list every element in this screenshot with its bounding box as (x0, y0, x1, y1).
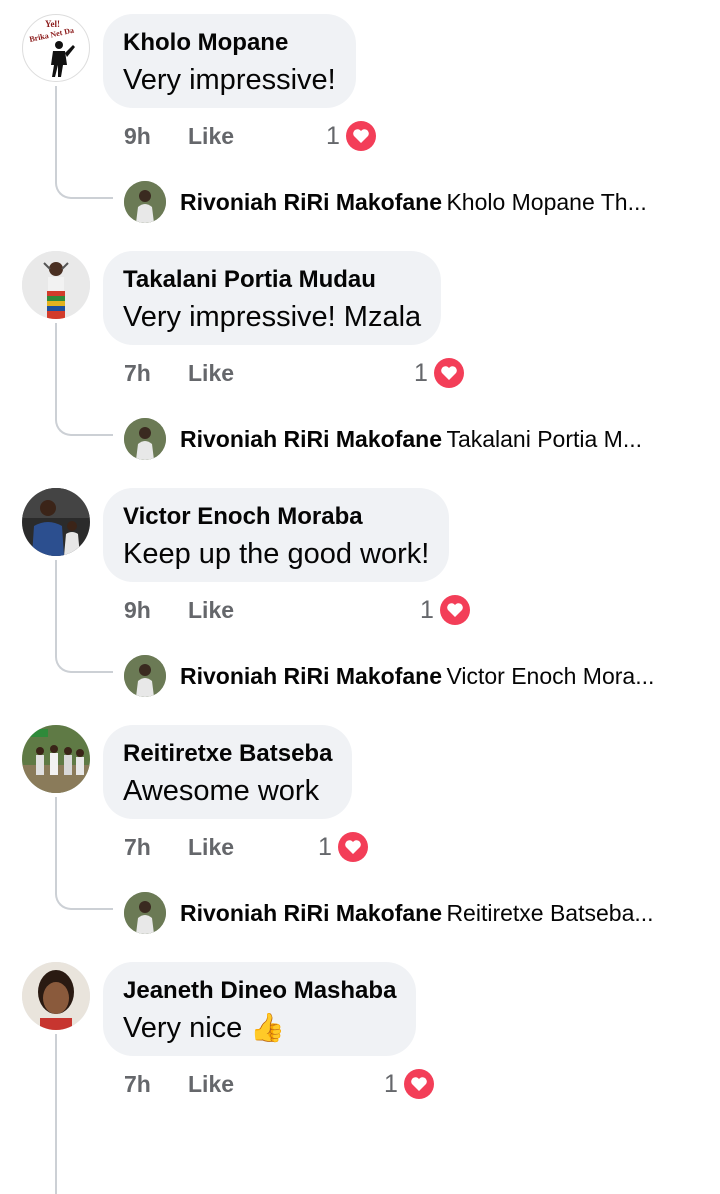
heart-icon (404, 1069, 434, 1099)
comment-bubble[interactable]: Kholo Mopane Very impressive! (103, 14, 356, 108)
reply-connector (55, 86, 113, 199)
reply-line: Rivoniah RiRi Makofane Kholo Mopane Th..… (180, 185, 700, 223)
avatar[interactable] (22, 251, 90, 319)
avatar[interactable]: Yel! Brika Net Da (22, 14, 90, 82)
reply-avatar (124, 181, 166, 223)
comment-bubble[interactable]: Reitiretxe Batseba Awesome work (103, 725, 353, 819)
reply-line: Rivoniah RiRi Makofane Victor Enoch Mora… (180, 659, 700, 697)
thumbs-up-emoji-icon: 👍 (250, 1012, 286, 1043)
reply-line: Rivoniah RiRi Makofane Takalani Portia M… (180, 422, 700, 460)
reply-author[interactable]: Rivoniah RiRi Makofane (180, 900, 442, 926)
like-button[interactable]: Like (188, 1068, 234, 1100)
comment-author[interactable]: Takalani Portia Mudau (123, 265, 421, 295)
reply-text: Kholo Mopane Th... (446, 189, 647, 215)
reply-connector (55, 323, 113, 436)
comment-text-content: Very nice (123, 1012, 243, 1044)
reaction-count: 1 (318, 833, 332, 861)
reply-connector (55, 560, 113, 673)
comment-author[interactable]: Jeaneth Dineo Mashaba (123, 976, 396, 1006)
reply-avatar (124, 418, 166, 460)
reply-preview[interactable]: Rivoniah RiRi Makofane Takalani Portia M… (124, 418, 704, 460)
reply-author[interactable]: Rivoniah RiRi Makofane (180, 426, 442, 452)
reply-author[interactable]: Rivoniah RiRi Makofane (180, 189, 442, 215)
avatar[interactable] (22, 962, 90, 1030)
heart-icon (338, 832, 368, 862)
like-button[interactable]: Like (188, 120, 234, 152)
reaction-count: 1 (414, 359, 428, 387)
reply-text: Takalani Portia M... (446, 426, 643, 452)
comment-time[interactable]: 9h (124, 594, 151, 626)
comment-text: Keep up the good work! (123, 538, 430, 570)
reaction-count: 1 (326, 122, 340, 150)
comment-bubble[interactable]: Takalani Portia Mudau Very impressive! M… (103, 251, 442, 345)
heart-icon (346, 121, 376, 151)
comment-time[interactable]: 7h (124, 1068, 151, 1100)
reply-author[interactable]: Rivoniah RiRi Makofane (180, 663, 442, 689)
reply-connector (55, 797, 113, 910)
avatar[interactable] (22, 488, 90, 556)
comment-author[interactable]: Kholo Mopane (123, 28, 336, 58)
heart-icon (434, 358, 464, 388)
reply-preview[interactable]: Rivoniah RiRi Makofane Reitiretxe Batseb… (124, 892, 704, 934)
heart-icon (440, 595, 470, 625)
comment-bubble[interactable]: Victor Enoch Moraba Keep up the good wor… (103, 488, 450, 582)
reaction-count: 1 (420, 596, 434, 624)
comment-text: Very impressive! (123, 64, 336, 96)
comment-author[interactable]: Reitiretxe Batseba (123, 739, 332, 769)
comment-text: Very nice 👍 (123, 1008, 396, 1048)
reply-avatar (124, 892, 166, 934)
comment-time[interactable]: 7h (124, 357, 151, 389)
reply-avatar (124, 655, 166, 697)
like-button[interactable]: Like (188, 357, 234, 389)
comment-time[interactable]: 7h (124, 831, 151, 863)
reply-connector (55, 1034, 57, 1194)
reply-preview[interactable]: Rivoniah RiRi Makofane Kholo Mopane Th..… (124, 181, 704, 223)
reply-line: Rivoniah RiRi Makofane Reitiretxe Batseb… (180, 896, 700, 934)
comment-text: Very impressive! Mzala (123, 301, 422, 333)
comment-time[interactable]: 9h (124, 120, 151, 152)
reaction-count: 1 (384, 1070, 398, 1098)
comment-text: Awesome work (123, 775, 320, 807)
comment-bubble[interactable]: Jeaneth Dineo Mashaba Very nice 👍 (103, 962, 417, 1056)
avatar[interactable] (22, 725, 90, 793)
like-button[interactable]: Like (188, 831, 234, 863)
comment-author[interactable]: Victor Enoch Moraba (123, 502, 429, 532)
like-button[interactable]: Like (188, 594, 234, 626)
logo-text: Yel! (45, 19, 60, 29)
reply-preview[interactable]: Rivoniah RiRi Makofane Victor Enoch Mora… (124, 655, 704, 697)
reply-text: Reitiretxe Batseba... (446, 900, 654, 926)
reply-text: Victor Enoch Mora... (446, 663, 655, 689)
